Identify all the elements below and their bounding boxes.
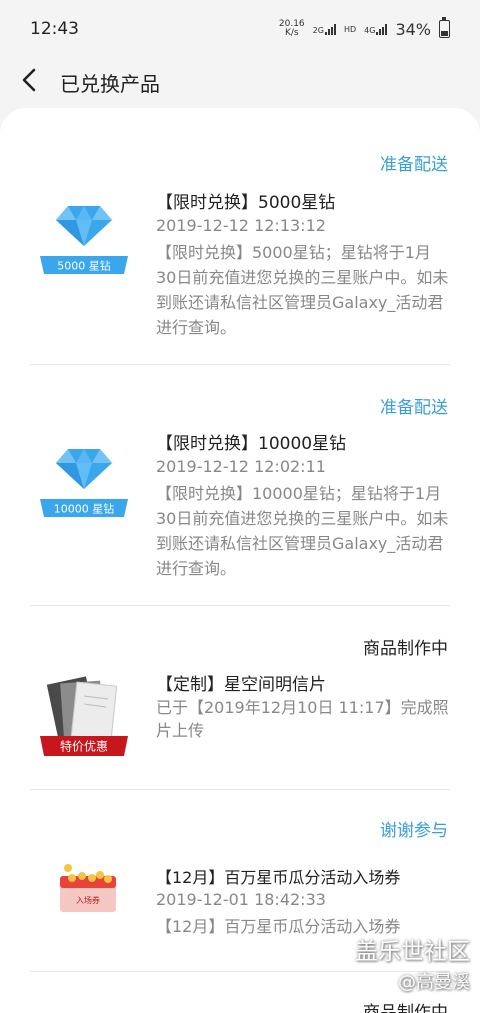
- item-time: 2019-12-12 12:02:11: [156, 457, 326, 476]
- list-item[interactable]: 商品制作中 特价优惠 【定制】星空间明信片 已于【2019年12月10日 11:…: [30, 606, 450, 790]
- signal-2g-icon: 2G: [312, 23, 336, 35]
- diamond-icon: [56, 206, 112, 246]
- postcard-icon: [46, 676, 118, 741]
- page-title: 已兑换产品: [60, 72, 160, 96]
- status-time: 12:43: [30, 19, 79, 39]
- app-header: 已兑换产品: [0, 58, 480, 108]
- status-icons: 20.16 K/s 2G HD 4G 34%: [279, 17, 450, 39]
- watermark-user: @高曼溪: [398, 972, 470, 993]
- item-status: 准备配送: [380, 398, 448, 418]
- network-speed: 20.16 K/s: [279, 20, 305, 38]
- list-item[interactable]: 准备配送 5000 星钻 【限时兑换】5000星钻 2019-12-12 12:…: [30, 108, 450, 365]
- back-button[interactable]: [18, 67, 42, 93]
- item-time: 2019-12-01 18:42:33: [156, 890, 326, 909]
- product-thumbnail: 5000 星钻: [38, 198, 130, 278]
- item-title: 【限时兑换】5000星钻: [156, 193, 336, 213]
- signal-4g-icon: 4G: [364, 23, 388, 35]
- item-description: 已于【2019年12月10日 11:17】完成照片上传: [156, 698, 449, 740]
- list-item[interactable]: 商品制作中: [30, 972, 450, 1013]
- product-badge: 5000 星钻: [57, 259, 111, 273]
- product-thumbnail: 入场券: [38, 864, 130, 944]
- diamond-icon: [56, 449, 112, 489]
- item-description: 【限时兑换】10000星钻；星钻将于1月30日前充值进您兑换的三星账户中。如未到…: [156, 484, 449, 578]
- item-description: 【限时兑换】5000星钻；星钻将于1月30日前充值进您兑换的三星账户中。如未到账…: [156, 243, 449, 337]
- item-title: 【12月】百万星币瓜分活动入场券: [156, 868, 401, 887]
- item-status: 商品制作中: [363, 1003, 448, 1013]
- network-speed-unit: K/s: [284, 28, 299, 38]
- item-title: 【定制】星空间明信片: [156, 675, 326, 695]
- watermark-brand: 盖乐世社区: [355, 939, 470, 965]
- exchanged-products-list: 准备配送 5000 星钻 【限时兑换】5000星钻 2019-12-12 12:…: [0, 108, 480, 1013]
- item-status: 商品制作中: [363, 639, 448, 659]
- hd-icon: HD: [343, 24, 357, 34]
- list-item[interactable]: 准备配送 10000 星钻 【限时兑换】10000星钻 2019-12-12 1…: [30, 365, 450, 606]
- signal-4g-label: 4G: [364, 25, 376, 35]
- item-status: 准备配送: [380, 155, 448, 175]
- item-status: 谢谢参与: [380, 821, 448, 841]
- battery-icon: [439, 17, 450, 38]
- product-thumbnail: 特价优惠: [38, 674, 130, 756]
- signal-2g-label: 2G: [312, 25, 324, 35]
- product-thumbnail: 10000 星钻: [38, 441, 130, 521]
- product-badge: 入场券: [76, 895, 100, 905]
- status-bar: 12:43 20.16 K/s 2G HD 4G 34%: [0, 0, 480, 58]
- item-time: 2019-12-12 12:13:12: [156, 216, 326, 235]
- chevron-left-icon: [22, 68, 36, 92]
- product-badge: 10000 星钻: [54, 502, 115, 516]
- battery-percent: 34%: [395, 19, 431, 39]
- product-badge: 特价优惠: [60, 739, 108, 754]
- item-title: 【限时兑换】10000星钻: [156, 434, 347, 454]
